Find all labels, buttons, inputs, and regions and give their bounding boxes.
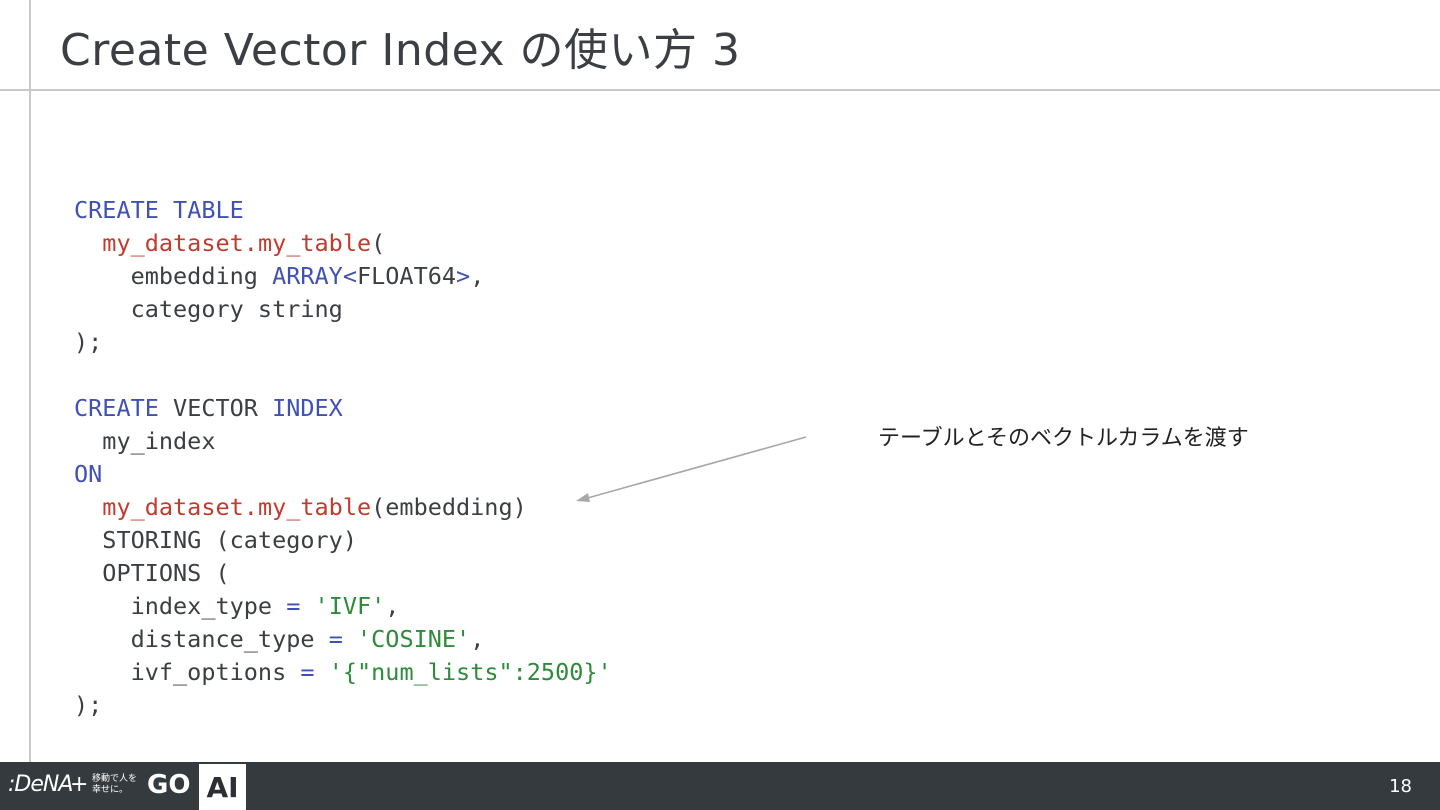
go-tagline-logo: 移動で人を幸せに。 [92, 774, 138, 795]
page-number: 18 [1389, 776, 1412, 797]
footer-bar: :DeNA + 移動で人を幸せに。 GO AI 18 [0, 762, 1440, 810]
logo-plus: + [70, 772, 89, 797]
dena-logo: :DeNA [8, 772, 73, 797]
go-logo: GO [147, 770, 191, 800]
ai-badge: AI [199, 764, 246, 810]
ai-label: AI [206, 770, 239, 804]
annotation-arrow [576, 436, 807, 502]
